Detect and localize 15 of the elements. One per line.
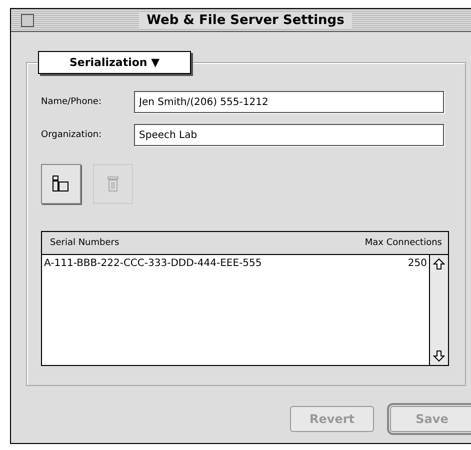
column-header: Serial Numbers bbox=[50, 238, 120, 248]
table-cell: 250 bbox=[408, 258, 427, 269]
scroll-up-icon[interactable] bbox=[432, 257, 446, 271]
column-header: Max Connections bbox=[364, 238, 442, 248]
field-label: Organization: bbox=[41, 130, 103, 140]
window-title: Web & File Server Settings bbox=[138, 12, 352, 28]
add-button[interactable] bbox=[41, 164, 81, 204]
field-label: Name/Phone: bbox=[41, 97, 102, 107]
input-field[interactable]: Speech Lab bbox=[134, 124, 444, 146]
table-cell: A-111-BBB-222-CCC-333-DDD-444-EEE-555 bbox=[44, 258, 262, 269]
scroll-down-icon[interactable] bbox=[432, 349, 446, 363]
scroll-bar[interactable] bbox=[429, 255, 448, 365]
close-box[interactable] bbox=[21, 14, 34, 27]
section-popup[interactable]: Serialization ▼ bbox=[38, 51, 191, 74]
add-serial-icon bbox=[51, 174, 71, 194]
